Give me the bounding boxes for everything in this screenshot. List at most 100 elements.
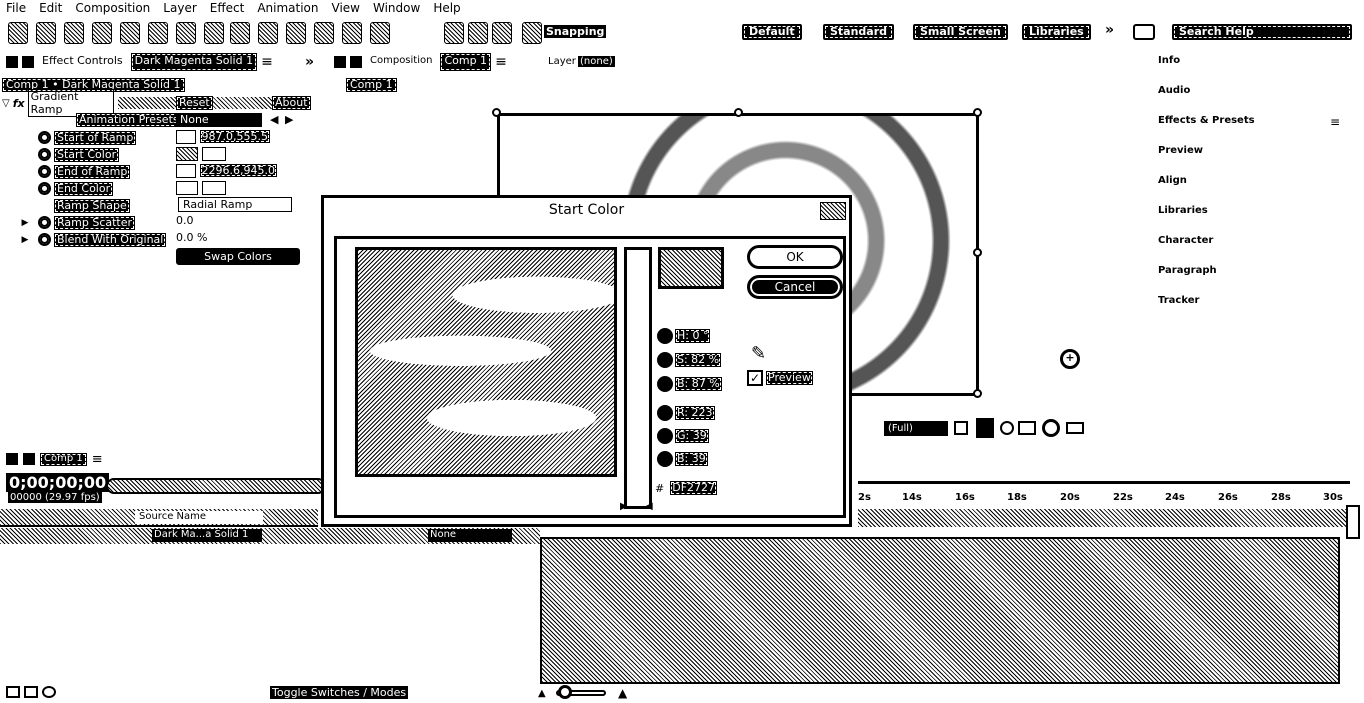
- preset-next-icon[interactable]: ▶: [285, 113, 293, 126]
- menu-composition[interactable]: Composition: [69, 0, 157, 16]
- sync-icon[interactable]: [1133, 24, 1155, 40]
- mask-visibility-icon[interactable]: [1000, 421, 1014, 435]
- hue-radio[interactable]: [657, 328, 673, 344]
- green-value[interactable]: G: 39: [675, 429, 709, 443]
- stopwatch-icon[interactable]: [38, 131, 51, 144]
- stopwatch-icon[interactable]: [38, 216, 51, 229]
- start-color-swatch[interactable]: [176, 147, 198, 161]
- close-icon[interactable]: [820, 202, 846, 220]
- panel-menu-icon[interactable]: ≡: [261, 54, 273, 70]
- panel-effects-presets[interactable]: Effects & Presets: [1158, 115, 1255, 126]
- stopwatch-icon[interactable]: [38, 182, 51, 195]
- green-radio[interactable]: [657, 428, 673, 444]
- zoom-tool-icon[interactable]: [64, 22, 84, 44]
- end-of-ramp-value[interactable]: 2296.6,945.0: [176, 164, 277, 178]
- ok-button[interactable]: OK: [747, 245, 843, 269]
- menu-layer[interactable]: Layer: [157, 0, 203, 16]
- channel-icon[interactable]: [1018, 421, 1036, 435]
- panel-overflow-icon[interactable]: »: [305, 54, 314, 70]
- menu-view[interactable]: View: [326, 0, 367, 16]
- camera-tool-icon[interactable]: [120, 22, 140, 44]
- world-axis-icon[interactable]: [468, 22, 488, 44]
- brush-tool-icon[interactable]: [258, 22, 278, 44]
- clone-stamp-tool-icon[interactable]: [286, 22, 306, 44]
- panel-align[interactable]: Align: [1158, 175, 1187, 186]
- close-panel-icon[interactable]: [6, 453, 18, 465]
- panel-menu-icon[interactable]: ≡: [1330, 115, 1340, 129]
- work-area-bar[interactable]: [858, 509, 1350, 527]
- color-field[interactable]: [355, 247, 617, 477]
- slider-right-arrow-icon[interactable]: ◀: [645, 501, 653, 512]
- start-of-ramp-value[interactable]: 987.0,555.5: [176, 130, 270, 144]
- twirl-closed-icon[interactable]: ▶: [20, 235, 30, 245]
- layer-tab[interactable]: Layer: [548, 56, 576, 67]
- eyedropper-icon[interactable]: ✎: [751, 343, 766, 364]
- current-timecode[interactable]: 0;00;00;00: [6, 473, 110, 492]
- saturation-radio[interactable]: [657, 352, 673, 368]
- layer-handle[interactable]: [734, 108, 743, 117]
- hue-value[interactable]: H: 0 °: [675, 329, 711, 343]
- menu-file[interactable]: File: [0, 0, 33, 16]
- workspace-default[interactable]: Default: [742, 24, 802, 40]
- timeline-track-area[interactable]: [540, 537, 1340, 684]
- zoom-slider-thumb[interactable]: [558, 685, 572, 699]
- zoom-out-icon[interactable]: ▲: [538, 688, 546, 699]
- fx-icon[interactable]: fx: [13, 97, 25, 110]
- resolution-select[interactable]: (Full): [884, 421, 948, 436]
- red-value[interactable]: R: 223: [675, 406, 715, 420]
- reset-button[interactable]: Reset: [176, 96, 213, 110]
- timeline-comp-tab[interactable]: Comp 1: [40, 452, 87, 466]
- end-color-swatch[interactable]: [176, 181, 198, 195]
- effect-controls-layer-name[interactable]: Dark Magenta Solid 1: [130, 53, 258, 71]
- twirl-open-icon[interactable]: ▽: [2, 98, 10, 109]
- expand-panes-icon[interactable]: [42, 686, 56, 698]
- saturation-value[interactable]: S: 82 %: [675, 353, 722, 367]
- blue-radio[interactable]: [657, 451, 673, 467]
- slider-left-arrow-icon[interactable]: ▶: [620, 501, 628, 512]
- swap-colors-button[interactable]: Swap Colors: [176, 248, 300, 265]
- menu-window[interactable]: Window: [367, 0, 427, 16]
- rectangle-tool-icon[interactable]: [176, 22, 196, 44]
- panel-audio[interactable]: Audio: [1158, 85, 1190, 96]
- panel-libraries[interactable]: Libraries: [1158, 205, 1208, 216]
- crosshair-icon[interactable]: [176, 130, 196, 144]
- layer-handle[interactable]: [492, 108, 501, 117]
- search-help-input[interactable]: Search Help: [1172, 24, 1352, 40]
- panel-menu-icon[interactable]: ≡: [92, 452, 103, 467]
- comp-flowchart-icon[interactable]: [6, 686, 20, 698]
- zoom-in-icon[interactable]: ▲: [618, 686, 627, 700]
- brightness-radio[interactable]: [657, 376, 673, 392]
- stopwatch-icon[interactable]: [38, 233, 51, 246]
- view-axis-icon[interactable]: [492, 22, 512, 44]
- panel-menu-icon[interactable]: ≡: [495, 54, 507, 70]
- start-color-value[interactable]: [176, 147, 226, 161]
- time-ruler[interactable]: 2s 14s 16s 18s 20s 22s 24s 26s 28s 30s: [858, 481, 1350, 511]
- parent-select[interactable]: None: [428, 529, 512, 542]
- layer-handle[interactable]: [973, 108, 982, 117]
- puppet-tool-icon[interactable]: [370, 22, 390, 44]
- panel-preview[interactable]: Preview: [1158, 145, 1203, 156]
- ramp-shape-select[interactable]: Radial Ramp: [178, 197, 292, 212]
- workspace-libraries[interactable]: Libraries: [1022, 24, 1091, 40]
- layer-handle[interactable]: [973, 389, 982, 398]
- transparency-grid-icon[interactable]: [976, 418, 994, 438]
- animation-presets-select[interactable]: None: [176, 113, 262, 127]
- ramp-scatter-value[interactable]: 0.0: [176, 214, 194, 228]
- close-panel-icon[interactable]: [6, 56, 18, 68]
- preset-prev-icon[interactable]: ◀: [270, 113, 278, 126]
- source-name-header[interactable]: Source Name: [135, 511, 263, 524]
- tab-composition[interactable]: Composition: [366, 53, 436, 71]
- eyedropper-icon[interactable]: [201, 147, 226, 161]
- menu-help[interactable]: Help: [427, 0, 467, 16]
- blend-value[interactable]: 0.0 %: [176, 231, 207, 245]
- snapping-checkbox-icon[interactable]: [522, 22, 542, 44]
- layer-name[interactable]: Dark Ma...a Solid 1: [152, 529, 262, 542]
- panel-info[interactable]: Info: [1158, 55, 1180, 66]
- hue-slider[interactable]: [624, 247, 652, 509]
- about-button[interactable]: About: [272, 96, 311, 110]
- lock-icon[interactable]: [350, 56, 362, 68]
- twirl-closed-icon[interactable]: ▶: [20, 218, 30, 228]
- crosshair-icon[interactable]: [176, 164, 196, 178]
- eraser-tool-icon[interactable]: [314, 22, 334, 44]
- render-time-icon[interactable]: [24, 686, 38, 698]
